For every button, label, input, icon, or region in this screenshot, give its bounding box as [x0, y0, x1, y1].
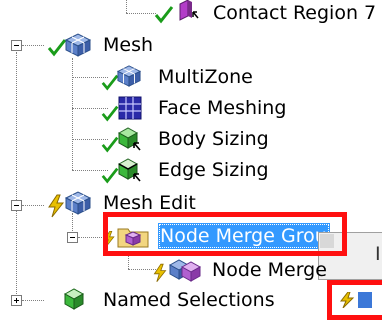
annotation-highlight-box — [103, 212, 347, 256]
tree-label: Named Selections — [103, 289, 275, 311]
mesh-icon — [64, 33, 92, 57]
partial-toolbar-icon — [338, 291, 356, 309]
tree-connector — [72, 58, 73, 170]
tree-item-contact-region-7[interactable]: Contact Region 7 — [150, 0, 382, 26]
tree-connector — [16, 210, 17, 300]
contact-region-icon — [179, 0, 199, 21]
tree-label: Mesh — [103, 34, 154, 56]
node-merge-icon — [168, 259, 202, 282]
lightning-icon — [153, 263, 167, 283]
tree-connector — [126, 0, 127, 13]
edge-sizing-icon — [117, 158, 141, 182]
multizone-icon — [116, 65, 142, 87]
check-icon — [101, 105, 119, 122]
named-selection-icon — [63, 288, 85, 310]
tree-item-named-selections[interactable]: Named Selections — [60, 287, 300, 313]
tree-item-edge-sizing[interactable]: Edge Sizing — [100, 157, 300, 184]
collapse-toggle[interactable] — [67, 232, 78, 243]
face-meshing-icon — [118, 96, 142, 120]
tree-item-multizone[interactable]: MultiZone — [100, 64, 280, 91]
tree-connector — [78, 237, 102, 238]
tree-label: Contact Region 7 — [213, 2, 377, 24]
mesh-edit-icon — [64, 191, 92, 215]
expand-toggle[interactable] — [11, 295, 22, 306]
tree-connector — [16, 52, 17, 200]
collapse-toggle[interactable] — [11, 40, 22, 51]
tree-connector — [22, 205, 44, 206]
tree-item-body-sizing[interactable]: Body Sizing — [100, 126, 300, 153]
tree-item-mesh[interactable]: Mesh — [44, 32, 164, 58]
collapse-toggle[interactable] — [11, 200, 22, 211]
lightning-icon — [339, 291, 355, 309]
tree-connector — [22, 300, 44, 301]
tree-label: Body Sizing — [158, 128, 269, 150]
context-menu-text: I — [375, 243, 381, 265]
tree-item-face-meshing[interactable]: Face Meshing — [100, 95, 300, 122]
tree-label: Node Merge — [212, 259, 327, 281]
tree-label: MultiZone — [158, 66, 253, 88]
tree-connector — [22, 45, 44, 46]
tree-label: Edge Sizing — [158, 159, 269, 181]
lightning-icon — [48, 194, 65, 218]
partial-toolbar-button[interactable] — [358, 292, 372, 308]
body-sizing-icon — [117, 127, 141, 151]
tree-label: Face Meshing — [158, 97, 287, 119]
check-icon — [154, 6, 174, 24]
tree-item-node-merge[interactable]: Node Merge — [150, 256, 330, 284]
